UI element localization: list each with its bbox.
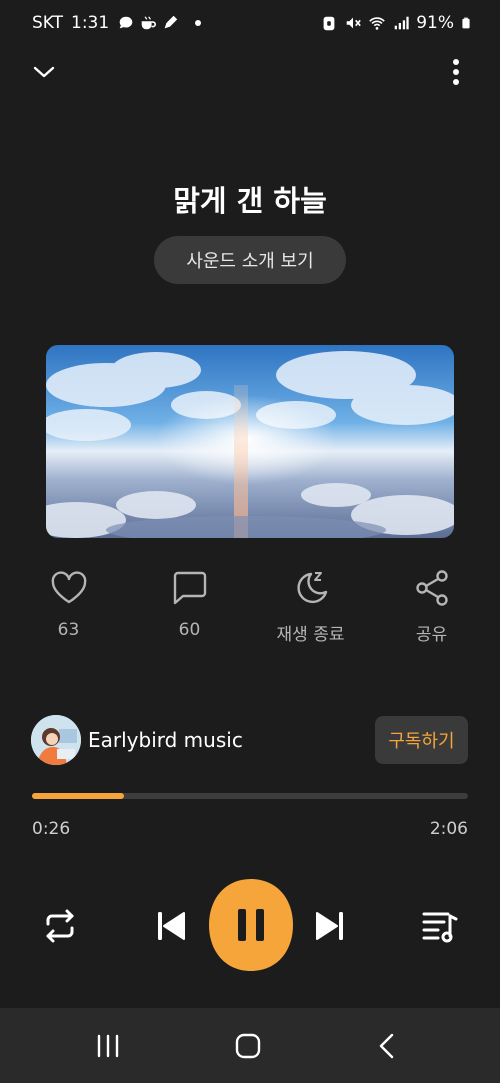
skip-previous-icon <box>158 912 185 940</box>
heart-icon <box>47 566 91 610</box>
current-time: 0:26 <box>32 819 71 839</box>
home-button[interactable] <box>224 1022 272 1070</box>
recents-button[interactable] <box>84 1022 132 1070</box>
skip-next-icon <box>316 912 343 940</box>
dot-icon <box>195 20 202 26</box>
channel-avatar[interactable] <box>31 715 81 765</box>
progress-fill <box>32 793 124 799</box>
sky-image <box>46 345 454 538</box>
pen-icon <box>164 15 178 29</box>
status-bar: SKT 1:31 91% <box>0 0 500 48</box>
channel-name[interactable]: Earlybird music <box>88 728 243 752</box>
playlist-icon <box>422 912 458 943</box>
repeat-icon <box>46 909 74 943</box>
comment-icon <box>168 566 212 610</box>
battery-icon <box>462 17 470 29</box>
status-left: SKT 1:31 <box>32 13 203 33</box>
sound-intro-button[interactable]: 사운드 소개 보기 <box>154 236 346 284</box>
sleep-timer-label: 재생 종료 <box>276 625 345 645</box>
progress-bar[interactable] <box>32 793 468 799</box>
status-right: 91% <box>320 13 472 33</box>
home-icon <box>235 1033 261 1059</box>
album-artwork <box>46 345 454 538</box>
like-count: 63 <box>57 620 80 640</box>
collapse-button[interactable] <box>26 54 62 90</box>
clock: 1:31 <box>71 13 110 33</box>
chevron-down-icon <box>33 66 55 78</box>
subscribe-button[interactable]: 구독하기 <box>375 716 468 764</box>
signal-icon <box>394 16 409 30</box>
playlist-button[interactable] <box>416 902 464 950</box>
carrier-label: SKT <box>32 13 64 33</box>
total-time: 2:06 <box>429 819 468 839</box>
wifi-icon <box>369 17 385 30</box>
pause-icon <box>209 879 293 971</box>
battery-percent: 91% <box>416 13 454 33</box>
mute-icon <box>346 17 362 29</box>
back-icon <box>379 1033 394 1059</box>
comment-count: 60 <box>178 620 201 640</box>
share-label: 공유 <box>415 625 448 645</box>
share-button[interactable]: 공유 <box>371 566 492 646</box>
sleep-timer-button[interactable]: 재생 종료 <box>250 566 371 646</box>
more-options-button[interactable] <box>438 54 474 90</box>
action-row: 63 60 재생 종료 공유 <box>8 566 492 646</box>
coffee-icon <box>141 16 157 30</box>
share-icon <box>410 566 454 610</box>
next-button[interactable] <box>306 902 354 950</box>
repeat-button[interactable] <box>36 902 84 950</box>
avatar-image <box>31 715 81 765</box>
vpn-icon <box>323 16 335 31</box>
like-button[interactable]: 63 <box>8 566 129 646</box>
back-button[interactable] <box>364 1022 412 1070</box>
pause-button[interactable] <box>207 877 295 973</box>
more-vertical-icon <box>453 59 459 85</box>
track-title: 맑게 갠 하늘 <box>173 184 327 218</box>
recents-icon <box>97 1034 119 1058</box>
notification-icons <box>117 14 203 32</box>
comment-button[interactable]: 60 <box>129 566 250 646</box>
previous-button[interactable] <box>147 902 195 950</box>
chat-bubble-icon <box>119 16 133 29</box>
moon-icon <box>289 566 333 610</box>
